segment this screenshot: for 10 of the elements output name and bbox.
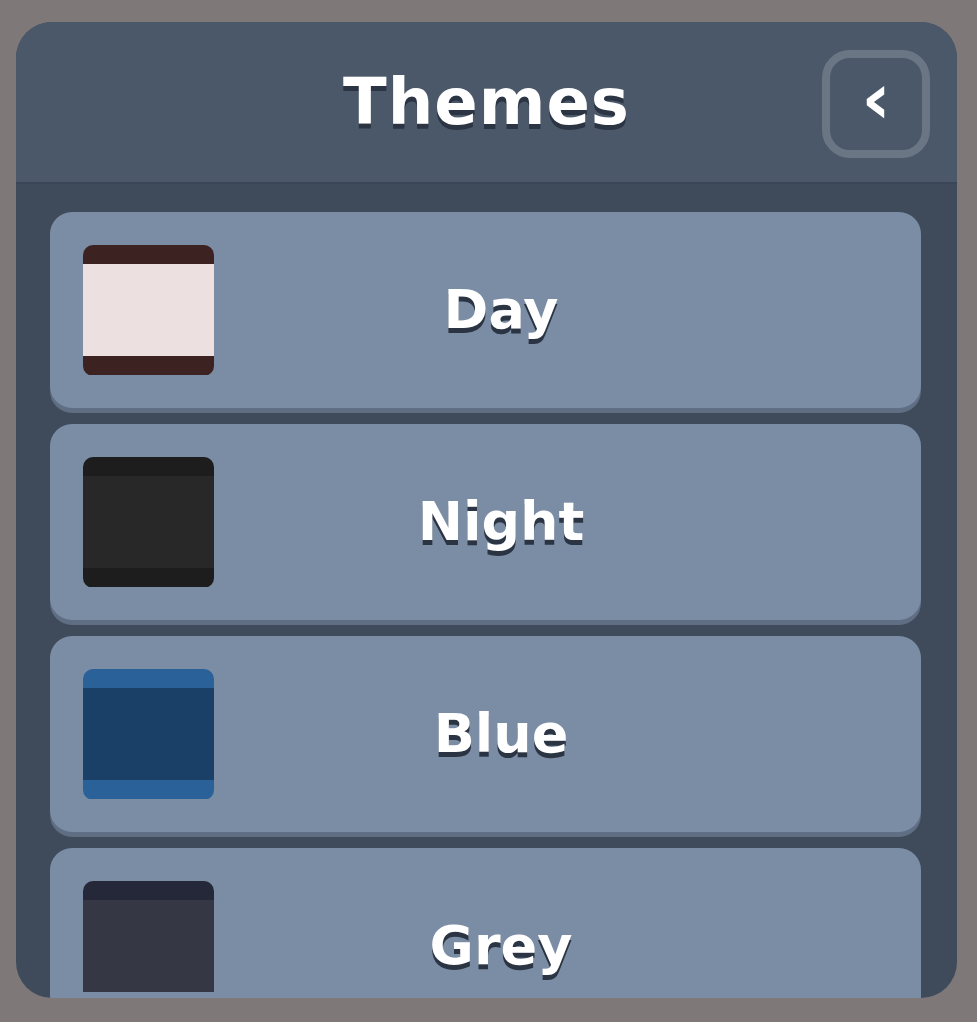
theme-name: Night: [416, 495, 586, 549]
theme-option[interactable]: Grey: [50, 848, 921, 998]
theme-swatch-icon: [83, 245, 214, 376]
theme-name: Grey: [428, 919, 574, 973]
theme-name: Day: [442, 283, 560, 337]
dialog-title: Themes: [343, 70, 630, 134]
theme-swatch-icon: [83, 669, 214, 800]
theme-name: Blue: [432, 707, 570, 761]
theme-swatch-icon: [83, 457, 214, 588]
back-button[interactable]: ‹: [822, 50, 930, 158]
